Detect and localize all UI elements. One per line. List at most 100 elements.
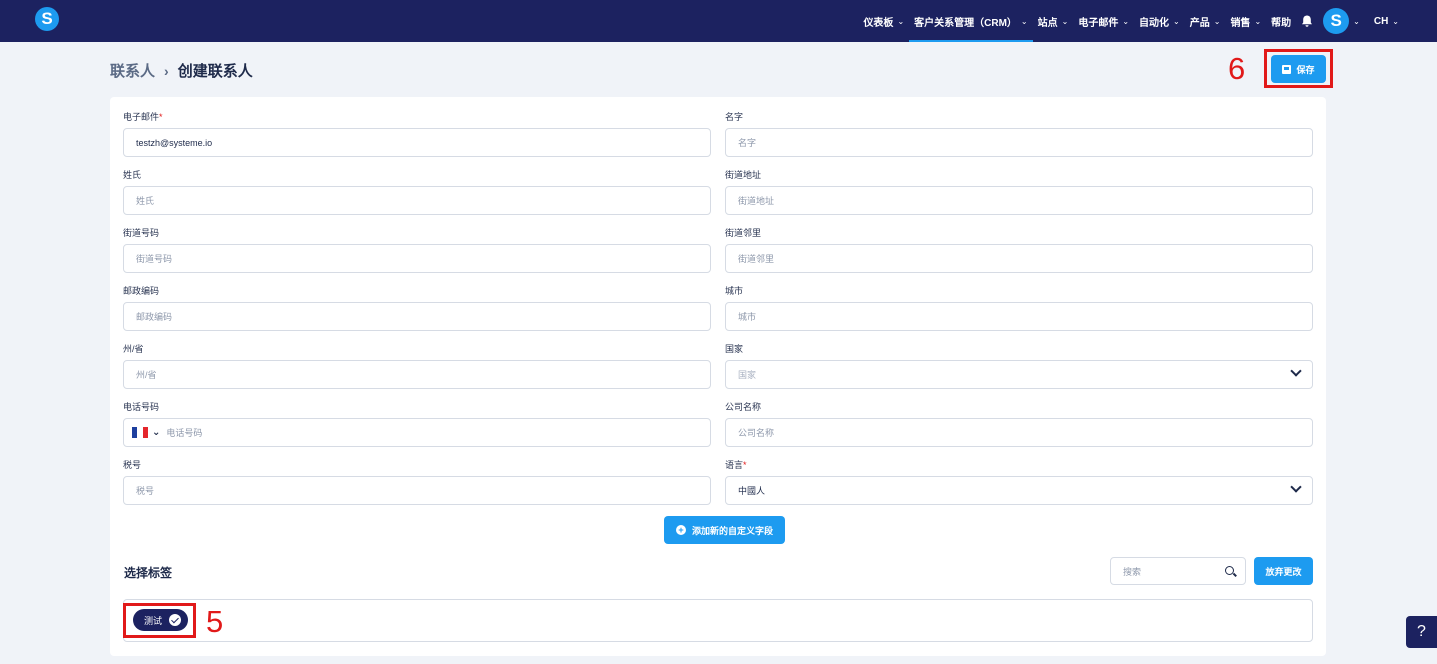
chevron-down-icon[interactable]: ⌄ [1353, 17, 1360, 26]
breadcrumb-separator: › [164, 62, 169, 79]
state-field-group: 州/省 州/省 [123, 342, 711, 389]
last-name-field[interactable]: 姓氏 [123, 186, 711, 215]
language-select[interactable]: 中國人 [725, 476, 1313, 505]
save-icon [1282, 64, 1292, 74]
postal-code-field-group: 邮政编码 邮政编码 [123, 284, 711, 331]
nav-help[interactable]: 帮助 [1266, 0, 1296, 42]
language-field-label: 语言* [725, 460, 747, 470]
nav-crm[interactable]: 客户关系管理（CRM） ⌄ [909, 0, 1034, 42]
city-label: 城市 [725, 286, 744, 296]
tax-id-field-group: 税号 税号 [123, 458, 711, 505]
france-flag-icon[interactable] [132, 427, 148, 438]
state-field[interactable]: 州/省 [123, 360, 711, 389]
main-nav: 仪表板 ⌄ 客户关系管理（CRM） ⌄ 站点 ⌄ 电子邮件 ⌄ 自动化 ⌄ 产品 ⌄ 销售 ⌄… [858, 0, 1399, 42]
plus-circle-icon: + [675, 525, 686, 535]
breadcrumb: 联系人 › 创建联系人 [110, 60, 253, 81]
chevron-down-icon [1290, 481, 1302, 493]
tags-section-title: 选择标签 [124, 566, 173, 580]
chevron-down-icon: ⌄ [897, 16, 905, 26]
tag-search-placeholder: 搜索 [1123, 566, 1142, 577]
tax-id-label: 税号 [123, 460, 142, 470]
phone-label: 电话号码 [123, 402, 160, 412]
chevron-down-icon [1290, 365, 1302, 377]
chevron-down-icon[interactable]: ⌄ [152, 427, 160, 438]
add-custom-field-label: 添加新的自定义字段 [691, 525, 773, 536]
nav-products[interactable]: 产品 ⌄ [1185, 0, 1226, 42]
company-label: 公司名称 [725, 402, 762, 412]
nav-automation[interactable]: 自动化 ⌄ [1134, 0, 1185, 42]
search-icon[interactable] [1225, 566, 1234, 575]
first-name-field-group: 名字 名字 [725, 110, 1313, 157]
country-select-placeholder: 国家 [738, 370, 757, 380]
last-name-label: 姓氏 [123, 170, 142, 180]
add-custom-field-button[interactable]: + 添加新的自定义字段 [664, 516, 785, 544]
chevron-down-icon: ⌄ [1122, 16, 1130, 26]
bell-icon[interactable] [1296, 0, 1318, 42]
first-name-label: 名字 [725, 112, 744, 122]
country-field-group: 国家 国家 [725, 342, 1313, 389]
street-neighborhood-label: 街道邻里 [725, 228, 762, 238]
nav-dashboard-label: 仪表板 [863, 17, 894, 29]
street-neighborhood-field-group: 街道邻里 街道邻里 [725, 226, 1313, 273]
phone-field-group: 电话号码 ⌄ 电话号码 [123, 400, 711, 447]
check-circle-icon [169, 614, 181, 626]
country-label: 国家 [725, 344, 744, 354]
postal-code-label: 邮政编码 [123, 286, 160, 296]
postal-code-field[interactable]: 邮政编码 [123, 302, 711, 331]
nav-crm-label: 客户关系管理（CRM） [914, 17, 1017, 29]
tax-id-field[interactable]: 税号 [123, 476, 711, 505]
chevron-down-icon: ⌄ [1213, 16, 1221, 26]
discard-changes-button[interactable]: 放弃更改 [1254, 557, 1313, 585]
chevron-down-icon: ⌄ [1254, 16, 1262, 26]
language-switcher[interactable]: CH ⌄ [1366, 0, 1399, 42]
nav-products-label: 产品 [1189, 17, 1210, 29]
nav-sales[interactable]: 销售 ⌄ [1225, 0, 1266, 42]
page-title: 创建联系人 [177, 63, 253, 80]
annotation-number-5: 5 [206, 604, 224, 639]
email-field[interactable]: testzh@systeme.io [123, 128, 711, 157]
street-number-label: 街道号码 [123, 228, 160, 238]
nav-automation-label: 自动化 [1139, 17, 1170, 29]
language-field-group: 语言* 中國人 [725, 458, 1313, 505]
contact-form-card: 电子邮件* testzh@systeme.io 名字 名字 姓氏 姓氏 街道地址… [110, 97, 1326, 656]
street-neighborhood-field[interactable]: 街道邻里 [725, 244, 1313, 273]
language-select-value: 中國人 [738, 486, 766, 496]
help-button[interactable]: ? [1406, 616, 1437, 648]
company-field[interactable]: 公司名称 [725, 418, 1313, 447]
app-logo[interactable]: S [35, 7, 59, 31]
language-label: CH [1373, 15, 1389, 27]
city-field-group: 城市 城市 [725, 284, 1313, 331]
save-button[interactable]: 保存 [1271, 55, 1326, 83]
phone-field[interactable]: ⌄ 电话号码 [123, 418, 711, 447]
email-field-group: 电子邮件* testzh@systeme.io [123, 110, 711, 157]
top-navbar: S 仪表板 ⌄ 客户关系管理（CRM） ⌄ 站点 ⌄ 电子邮件 ⌄ 自动化 ⌄ 产品 ⌄ 销… [0, 0, 1437, 42]
nav-email[interactable]: 电子邮件 ⌄ [1073, 0, 1134, 42]
street-number-field-group: 街道号码 街道号码 [123, 226, 711, 273]
breadcrumb-contacts-link[interactable]: 联系人 [110, 60, 155, 81]
tag-search-input[interactable]: 搜索 [1110, 557, 1246, 585]
avatar[interactable]: S [1323, 8, 1350, 34]
nav-help-label: 帮助 [1271, 17, 1292, 29]
nav-sites[interactable]: 站点 ⌄ [1033, 0, 1074, 42]
city-field[interactable]: 城市 [725, 302, 1313, 331]
email-label: 电子邮件* [123, 112, 163, 122]
nav-sites-label: 站点 [1037, 17, 1058, 29]
nav-dashboard[interactable]: 仪表板 ⌄ [858, 0, 909, 42]
chevron-down-icon: ⌄ [1061, 16, 1069, 26]
street-address-field[interactable]: 街道地址 [725, 186, 1313, 215]
company-field-group: 公司名称 公司名称 [725, 400, 1313, 447]
street-address-label: 街道地址 [725, 170, 762, 180]
state-label: 州/省 [123, 344, 144, 354]
first-name-field[interactable]: 名字 [725, 128, 1313, 157]
nav-sales-label: 销售 [1230, 17, 1251, 29]
tag-chip-label: 测试 [144, 615, 163, 626]
chevron-down-icon: ⌄ [1392, 16, 1399, 26]
nav-email-label: 电子邮件 [1078, 17, 1119, 29]
tag-chip[interactable]: 测试 [133, 609, 188, 631]
save-button-label: 保存 [1296, 64, 1315, 75]
street-number-field[interactable]: 街道号码 [123, 244, 711, 273]
tags-container [123, 599, 1313, 642]
phone-placeholder: 电话号码 [166, 428, 203, 438]
annotation-number-6: 6 [1228, 51, 1246, 86]
country-select[interactable]: 国家 [725, 360, 1313, 389]
